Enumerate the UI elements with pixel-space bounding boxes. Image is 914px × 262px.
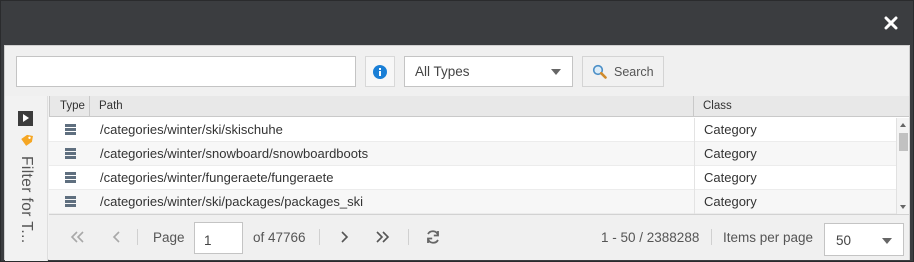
cell-path: /categories/winter/ski/skischuhe bbox=[100, 122, 283, 137]
table-row[interactable]: /categories/winter/fungeraete/fungeraete… bbox=[49, 166, 896, 190]
dialog-window: All Types Search Filter for T... Type Pa… bbox=[0, 0, 914, 262]
object-icon bbox=[65, 196, 76, 207]
total-pages-text: of 47766 bbox=[253, 230, 306, 245]
first-page-icon[interactable] bbox=[67, 227, 87, 247]
type-filter-value: All Types bbox=[415, 64, 470, 79]
chevron-down-icon bbox=[882, 238, 892, 244]
table-row[interactable]: /categories/winter/ski/skischuhe Categor… bbox=[49, 118, 896, 142]
object-icon bbox=[65, 124, 76, 135]
grid-rows: /categories/winter/ski/skischuhe Categor… bbox=[49, 118, 896, 214]
page-label: Page bbox=[153, 230, 185, 245]
column-divider bbox=[694, 142, 695, 166]
cell-class: Category bbox=[704, 146, 757, 161]
type-filter-select[interactable]: All Types bbox=[404, 56, 573, 87]
items-per-page-label: Items per page bbox=[723, 230, 814, 245]
object-icon bbox=[65, 148, 76, 159]
items-per-page-value: 50 bbox=[836, 233, 852, 248]
results-grid: Type Path Class /categories/winter/ski/s… bbox=[49, 96, 909, 214]
cell-class: Category bbox=[704, 194, 757, 209]
cell-path: /categories/winter/snowboard/snowboardbo… bbox=[100, 146, 369, 161]
column-header-class[interactable]: Class bbox=[694, 96, 909, 117]
column-header-path[interactable]: Path bbox=[90, 96, 694, 117]
range-display: 1 - 50 / 2388288 bbox=[601, 230, 700, 245]
pager-separator bbox=[711, 229, 712, 245]
scroll-up-icon[interactable] bbox=[900, 123, 906, 127]
info-button[interactable] bbox=[365, 56, 395, 87]
scroll-down-icon[interactable] bbox=[900, 205, 906, 209]
filter-side-panel: Filter for T... bbox=[5, 96, 48, 261]
magnifier-icon bbox=[592, 64, 607, 79]
items-per-page-select[interactable]: 50 bbox=[824, 223, 904, 256]
column-header-type[interactable]: Type bbox=[49, 96, 90, 117]
column-divider bbox=[694, 190, 695, 214]
dialog-body: All Types Search Filter for T... Type Pa… bbox=[4, 45, 910, 261]
pager-separator bbox=[319, 229, 320, 245]
grid-header: Type Path Class bbox=[49, 96, 909, 117]
cell-class: Category bbox=[704, 170, 757, 185]
tag-icon[interactable] bbox=[20, 134, 34, 148]
cell-class: Category bbox=[704, 122, 757, 137]
table-row[interactable]: /categories/winter/snowboard/snowboardbo… bbox=[49, 142, 896, 166]
dialog-titlebar bbox=[1, 1, 913, 45]
scrollbar-thumb[interactable] bbox=[899, 133, 908, 151]
pager-separator bbox=[408, 229, 409, 245]
play-icon[interactable] bbox=[18, 111, 33, 126]
cell-path: /categories/winter/fungeraete/fungeraete bbox=[100, 170, 334, 185]
previous-page-icon[interactable] bbox=[107, 227, 127, 247]
search-input[interactable] bbox=[16, 56, 356, 87]
column-divider bbox=[694, 118, 695, 142]
table-row[interactable]: /categories/winter/ski/packages/packages… bbox=[49, 190, 896, 214]
chevron-down-icon bbox=[551, 69, 561, 75]
cell-path: /categories/winter/ski/packages/packages… bbox=[100, 194, 364, 209]
object-icon bbox=[65, 172, 76, 183]
close-icon[interactable] bbox=[883, 15, 899, 31]
filter-panel-label[interactable]: Filter for T... bbox=[17, 156, 35, 244]
info-icon bbox=[373, 64, 387, 79]
search-toolbar: All Types Search bbox=[5, 46, 909, 96]
next-page-icon[interactable] bbox=[334, 227, 354, 247]
vertical-scrollbar[interactable] bbox=[896, 118, 909, 214]
refresh-icon[interactable] bbox=[423, 227, 443, 247]
page-number-input[interactable] bbox=[194, 222, 243, 254]
last-page-icon[interactable] bbox=[373, 227, 393, 247]
search-button[interactable]: Search bbox=[582, 56, 664, 87]
column-divider bbox=[694, 166, 695, 190]
pagination-bar: Page of 47766 1 - 50 / 2388288 I bbox=[49, 214, 909, 260]
pager-separator bbox=[137, 229, 138, 245]
search-button-label: Search bbox=[614, 64, 654, 79]
